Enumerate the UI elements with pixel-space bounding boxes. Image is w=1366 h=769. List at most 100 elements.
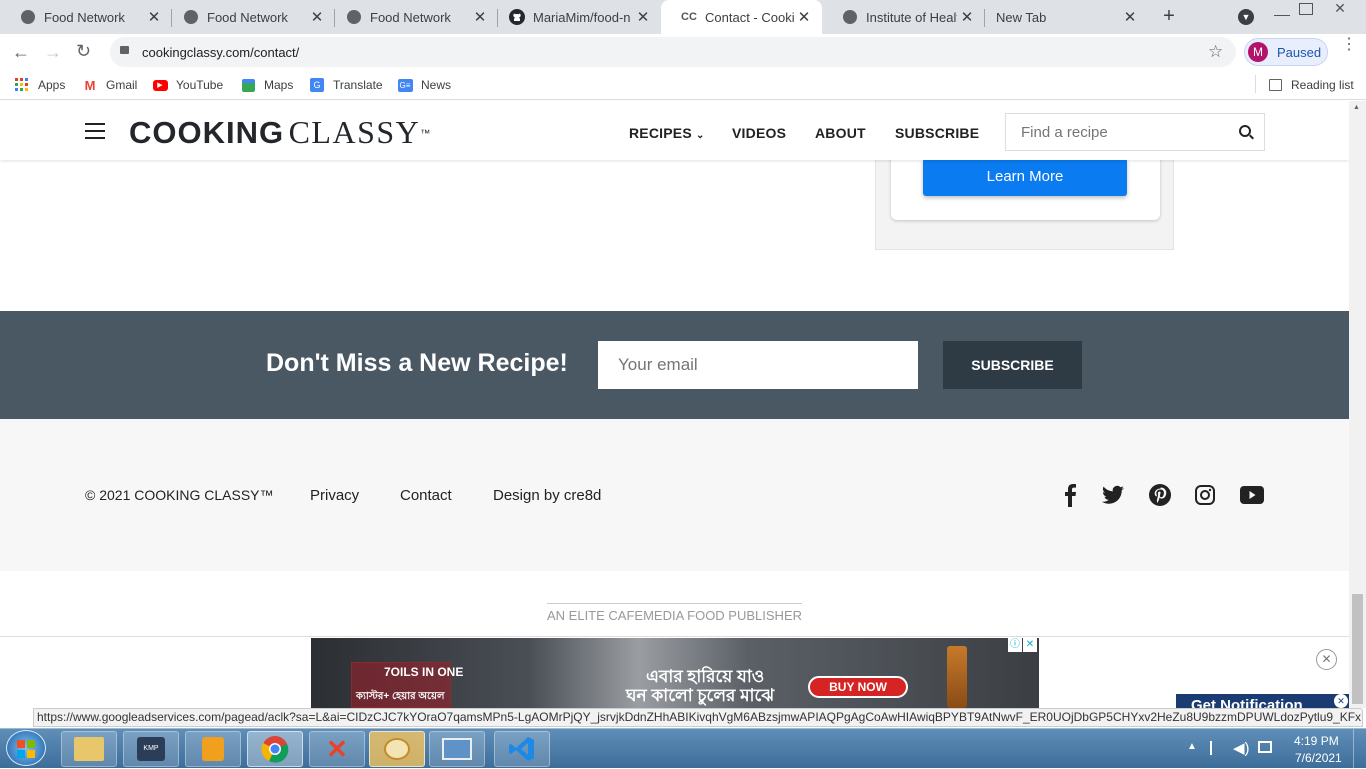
ad-buy-now-button[interactable]: BUY NOW [808, 676, 908, 698]
volume-icon[interactable]: ◀) [1233, 739, 1250, 757]
close-icon[interactable]: ✕ [307, 7, 327, 27]
vscode-icon[interactable] [494, 731, 550, 767]
twitter-icon[interactable] [1102, 485, 1124, 510]
start-button[interactable] [6, 730, 46, 766]
footer-link-design[interactable]: Design by cre8d [493, 487, 601, 504]
bookmark-maps[interactable]: Maps [240, 77, 293, 93]
close-icon[interactable]: ✕ [144, 7, 164, 27]
browser-tab[interactable]: Institute of Health ✕ [822, 0, 985, 34]
tray-expand-icon[interactable]: ▲ [1187, 741, 1197, 752]
status-bar-url: https://www.googleadservices.com/pagead/… [33, 708, 1363, 727]
reading-list-label: Reading list [1291, 78, 1354, 92]
bookmark-news[interactable]: G≡ News [397, 77, 451, 93]
action-center-icon[interactable] [1210, 741, 1224, 755]
tab-title: MariaMim/food-n [533, 9, 631, 25]
notification-widget[interactable]: Get Notification ✕ [1176, 694, 1349, 708]
close-icon[interactable]: ✕ [470, 7, 490, 27]
ad-brand-line: 7OILS IN ONE [384, 665, 464, 679]
address-bar[interactable]: cookingclassy.com/contact/ ☆ [110, 37, 1236, 67]
publisher-text: AN ELITE CAFEMEDIA FOOD PUBLISHER [547, 608, 802, 623]
hamburger-menu-icon[interactable] [85, 123, 105, 139]
site-logo[interactable]: COOKING CLASSY™ [129, 114, 430, 151]
new-tab-button[interactable]: + [1158, 6, 1180, 28]
learn-more-button[interactable]: Learn More [923, 158, 1127, 196]
clock-time[interactable]: 4:19 PM [1294, 734, 1339, 748]
nav-about[interactable]: ABOUT [815, 125, 866, 141]
instagram-icon[interactable] [1195, 485, 1215, 510]
xampp-icon[interactable]: ✕ [309, 731, 365, 767]
browser-tab[interactable]: New Tab ✕ [976, 0, 1148, 34]
minimize-icon[interactable] [1274, 4, 1290, 16]
tab-search-icon[interactable]: ▼ [1238, 9, 1254, 25]
tab-title: Food Network [370, 9, 451, 25]
show-desktop-button[interactable] [1353, 729, 1366, 769]
pinterest-icon[interactable] [1149, 484, 1171, 511]
menu-dots-icon[interactable]: ⋮ [1341, 37, 1357, 53]
profile-button[interactable]: M Paused [1244, 38, 1328, 66]
bookmarks-bar: Apps M Gmail ▶ YouTube Maps G Translate … [0, 70, 1366, 100]
recipe-search-box[interactable] [1005, 113, 1265, 151]
footer-link-privacy[interactable]: Privacy [310, 487, 359, 504]
logo-light: CLASSY [288, 114, 421, 150]
bookmark-apps[interactable]: Apps [14, 77, 65, 93]
github-icon [509, 9, 525, 25]
copyright: © 2021 COOKING CLASSY™ [85, 487, 274, 503]
restore-icon[interactable] [1299, 3, 1313, 15]
ad-headline-2: ঘন কালো চুলের মাঝে [626, 686, 775, 705]
reading-list-button[interactable]: Reading list [1267, 77, 1354, 93]
footer-link-contact[interactable]: Contact [400, 487, 452, 504]
newsletter-subscribe-button[interactable]: SUBSCRIBE [943, 341, 1082, 389]
close-ad-icon[interactable]: ✕ [1316, 649, 1337, 670]
facebook-icon[interactable] [1063, 483, 1077, 512]
paint-icon[interactable] [369, 731, 425, 767]
notification-label: Get Notification [1191, 697, 1303, 708]
globe-icon [346, 9, 362, 25]
nav-recipes[interactable]: RECIPES ⌄ [629, 125, 705, 141]
ad-product-line: ক্যাস্টর+ হেয়ার অয়েল [356, 691, 445, 702]
email-input[interactable] [598, 341, 918, 389]
close-icon[interactable]: ✕ [794, 7, 814, 27]
cooking-classy-favicon: CC [681, 11, 697, 23]
window-close-icon[interactable]: ✕ [1330, 0, 1350, 16]
bookmark-translate[interactable]: G Translate [309, 77, 383, 93]
bookmark-youtube[interactable]: ▶ YouTube [152, 77, 223, 93]
close-icon[interactable]: ✕ [1334, 694, 1348, 708]
web-page: COOKING CLASSY™ RECIPES ⌄ VIDEOS ABOUT S… [0, 101, 1349, 708]
forward-icon[interactable]: → [44, 42, 62, 63]
recipe-search-input[interactable] [1006, 114, 1226, 150]
reload-icon[interactable]: ↻ [76, 41, 91, 62]
ad-close-icon[interactable]: ✕ [1023, 638, 1037, 652]
ad-banner[interactable]: 7OILS IN ONE ক্যাস্টর+ হেয়ার অয়েল এবার… [311, 638, 1039, 708]
news-icon: G≡ [397, 77, 413, 93]
clock-date[interactable]: 7/6/2021 [1295, 751, 1342, 765]
close-icon[interactable]: ✕ [957, 7, 977, 27]
youtube-icon[interactable] [1240, 486, 1264, 509]
browser-tab[interactable]: MariaMim/food-n ✕ [489, 0, 661, 34]
ad-product-bottle [947, 646, 967, 708]
explorer-icon[interactable] [61, 731, 117, 767]
adchoices-icon[interactable]: ⓘ [1008, 638, 1022, 652]
newsletter-band: Don't Miss a New Recipe! SUBSCRIBE [0, 311, 1349, 419]
browser-tab[interactable]: Food Network ✕ [163, 0, 335, 34]
globe-icon [20, 9, 36, 25]
scrollbar-thumb[interactable] [1352, 594, 1363, 704]
browser-tab-active[interactable]: CC Contact - Cooking ✕ [661, 0, 822, 34]
browser-tab[interactable]: Food Network ✕ [0, 0, 172, 34]
kmplayer-icon[interactable]: KMP [123, 731, 179, 767]
apps-grid-icon [14, 77, 30, 93]
logo-tm: ™ [420, 128, 431, 140]
network-icon[interactable] [1258, 741, 1272, 753]
site-header: COOKING CLASSY™ RECIPES ⌄ VIDEOS ABOUT S… [0, 101, 1349, 160]
browser-tab-strip: Food Network ✕ Food Network ✕ Food Netwo… [0, 0, 1366, 34]
bookmark-gmail[interactable]: M Gmail [82, 77, 138, 93]
close-icon[interactable]: ✕ [633, 7, 653, 27]
back-icon[interactable]: ← [12, 42, 30, 63]
media-player-icon[interactable] [185, 731, 241, 767]
close-icon[interactable]: ✕ [1120, 7, 1140, 27]
nav-subscribe[interactable]: SUBSCRIBE [895, 125, 979, 141]
browser-tab[interactable]: Food Network ✕ [326, 0, 498, 34]
picture-viewer-icon[interactable] [429, 731, 485, 767]
bookmark-star-icon[interactable]: ☆ [1208, 42, 1223, 62]
chrome-icon[interactable] [247, 731, 303, 767]
nav-videos[interactable]: VIDEOS [732, 125, 786, 141]
